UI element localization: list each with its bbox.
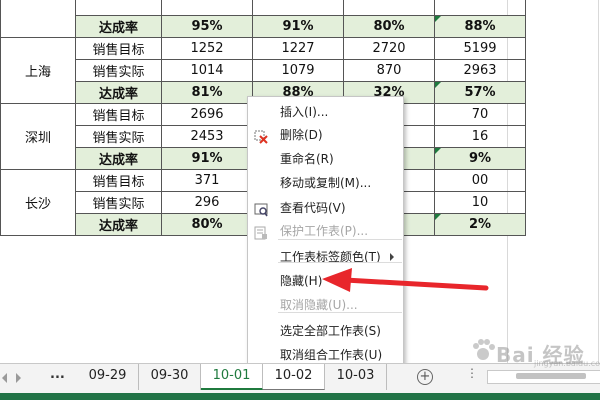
- paw-logo-icon: [473, 339, 495, 360]
- sheet-tab-3[interactable]: 10-02: [263, 364, 325, 390]
- menu-item-8: 取消隐藏(U)...: [248, 293, 403, 317]
- value-cell[interactable]: 91%: [161, 147, 253, 170]
- value-cell[interactable]: [161, 0, 253, 16]
- value-cell[interactable]: 296: [161, 191, 253, 214]
- metric-label-cell[interactable]: 达成率: [75, 147, 162, 170]
- value-cell[interactable]: 70: [434, 103, 526, 126]
- menu-separator: [278, 262, 402, 263]
- table-row: 销售实际 1014 1079 870 2963: [1, 59, 526, 82]
- value-cell[interactable]: 1079: [252, 59, 344, 82]
- sheet-tab-2[interactable]: 10-01: [201, 364, 263, 390]
- city-cell[interactable]: 长沙: [0, 169, 76, 236]
- value-cell[interactable]: 81%: [161, 81, 253, 104]
- menu-item-3[interactable]: 移动或复制(M)...: [248, 171, 403, 195]
- value-cell[interactable]: 95%: [161, 15, 253, 38]
- value-cell[interactable]: 1227: [252, 37, 344, 60]
- value-cell[interactable]: 2963: [434, 59, 526, 82]
- menu-item-label: 插入(I)...: [280, 105, 329, 119]
- value-cell[interactable]: 00: [434, 169, 526, 192]
- view-code-icon: [254, 201, 268, 217]
- table-row: 达成率 95% 91% 80% 88%: [1, 15, 526, 38]
- sheet-tab-1[interactable]: 09-30: [139, 364, 201, 390]
- menu-item-label: 工作表标签颜色(T): [280, 250, 381, 264]
- menu-item-7[interactable]: 隐藏(H): [248, 269, 403, 293]
- menu-item-4[interactable]: 查看代码(V): [248, 196, 403, 220]
- metric-label-cell[interactable]: 销售目标: [75, 103, 162, 126]
- metric-label-cell[interactable]: 达成率: [75, 15, 162, 38]
- menu-item-9[interactable]: 选定全部工作表(S): [248, 319, 403, 343]
- submenu-arrow-icon: [390, 253, 394, 261]
- city-cell[interactable]: 深圳: [0, 103, 76, 170]
- metric-label-cell[interactable]: 达成率: [75, 213, 162, 236]
- value-cell[interactable]: [434, 0, 526, 16]
- value-cell[interactable]: 80%: [161, 213, 253, 236]
- value-cell[interactable]: 2696: [161, 103, 253, 126]
- sheet-tab-4[interactable]: 10-03: [325, 364, 387, 390]
- value-cell[interactable]: 91%: [252, 15, 344, 38]
- add-sheet-icon[interactable]: +: [417, 369, 433, 385]
- menu-separator: [278, 239, 402, 240]
- metric-label-cell[interactable]: 达成率: [75, 81, 162, 104]
- scrollbar-thumb[interactable]: [516, 373, 586, 379]
- metric-label-cell[interactable]: 销售实际: [75, 191, 162, 214]
- value-cell[interactable]: 16: [434, 125, 526, 148]
- value-cell[interactable]: 80%: [343, 15, 435, 38]
- menu-item-label: 选定全部工作表(S): [280, 324, 381, 338]
- sheet-tab-0[interactable]: 09-29: [77, 364, 139, 390]
- menu-item-label: 移动或复制(M)...: [280, 176, 372, 190]
- value-cell[interactable]: [252, 0, 344, 16]
- value-cell[interactable]: 2453: [161, 125, 253, 148]
- delete-sheet-icon: [254, 128, 268, 144]
- metric-label-cell[interactable]: [75, 0, 162, 16]
- value-cell[interactable]: 1014: [161, 59, 253, 82]
- menu-separator: [278, 312, 402, 313]
- value-cell[interactable]: [343, 0, 435, 16]
- value-cell[interactable]: 870: [343, 59, 435, 82]
- table-row: [0, 0, 526, 38]
- value-cell[interactable]: 9%: [434, 147, 526, 170]
- scroll-tabs-left-icon[interactable]: [2, 373, 7, 383]
- value-cell[interactable]: 57%: [434, 81, 526, 104]
- status-bar: [0, 393, 600, 400]
- table-row: 上海 销售目标 1252 1227 2720 5199: [0, 37, 526, 104]
- value-cell[interactable]: 10: [434, 191, 526, 214]
- more-sheets-ellipsis[interactable]: ...: [50, 367, 65, 382]
- metric-label-cell[interactable]: 销售实际: [75, 59, 162, 82]
- menu-item-label: 查看代码(V): [280, 201, 346, 215]
- value-cell[interactable]: 5199: [434, 37, 526, 60]
- baidu-watermark: Bai 经验 jingyan.baidu.com: [470, 331, 600, 371]
- metric-label-cell[interactable]: 销售实际: [75, 125, 162, 148]
- menu-item-label: 删除(D): [280, 128, 323, 142]
- menu-item-label: 隐藏(H): [280, 274, 323, 288]
- protect-sheet-icon: [254, 224, 268, 240]
- menu-item-label: 重命名(R): [280, 152, 334, 166]
- menu-item-label: 取消隐藏(U)...: [280, 298, 358, 312]
- menu-item-6[interactable]: 工作表标签颜色(T): [248, 245, 403, 269]
- watermark-subtext: jingyan.baidu.com: [534, 359, 600, 368]
- sheet-tab-context-menu: 插入(I)... 删除(D) 重命名(R) 移动或复制(M)... 查看代码(V) 保护工…: [247, 96, 404, 366]
- value-cell[interactable]: 1252: [161, 37, 253, 60]
- value-cell[interactable]: 88%: [434, 15, 526, 38]
- menu-item-0[interactable]: 插入(I)...: [248, 100, 403, 124]
- menu-item-1[interactable]: 删除(D): [248, 123, 403, 147]
- city-cell[interactable]: 上海: [0, 37, 76, 104]
- metric-label-cell[interactable]: 销售目标: [75, 169, 162, 192]
- scroll-tabs-right-icon[interactable]: [16, 373, 21, 383]
- menu-item-2[interactable]: 重命名(R): [248, 147, 403, 171]
- metric-label-cell[interactable]: 销售目标: [75, 37, 162, 60]
- value-cell[interactable]: 2%: [434, 213, 526, 236]
- horizontal-scrollbar[interactable]: [487, 370, 600, 384]
- city-cell[interactable]: [0, 0, 76, 38]
- gridline: [598, 0, 599, 363]
- value-cell[interactable]: 2720: [343, 37, 435, 60]
- value-cell[interactable]: 371: [161, 169, 253, 192]
